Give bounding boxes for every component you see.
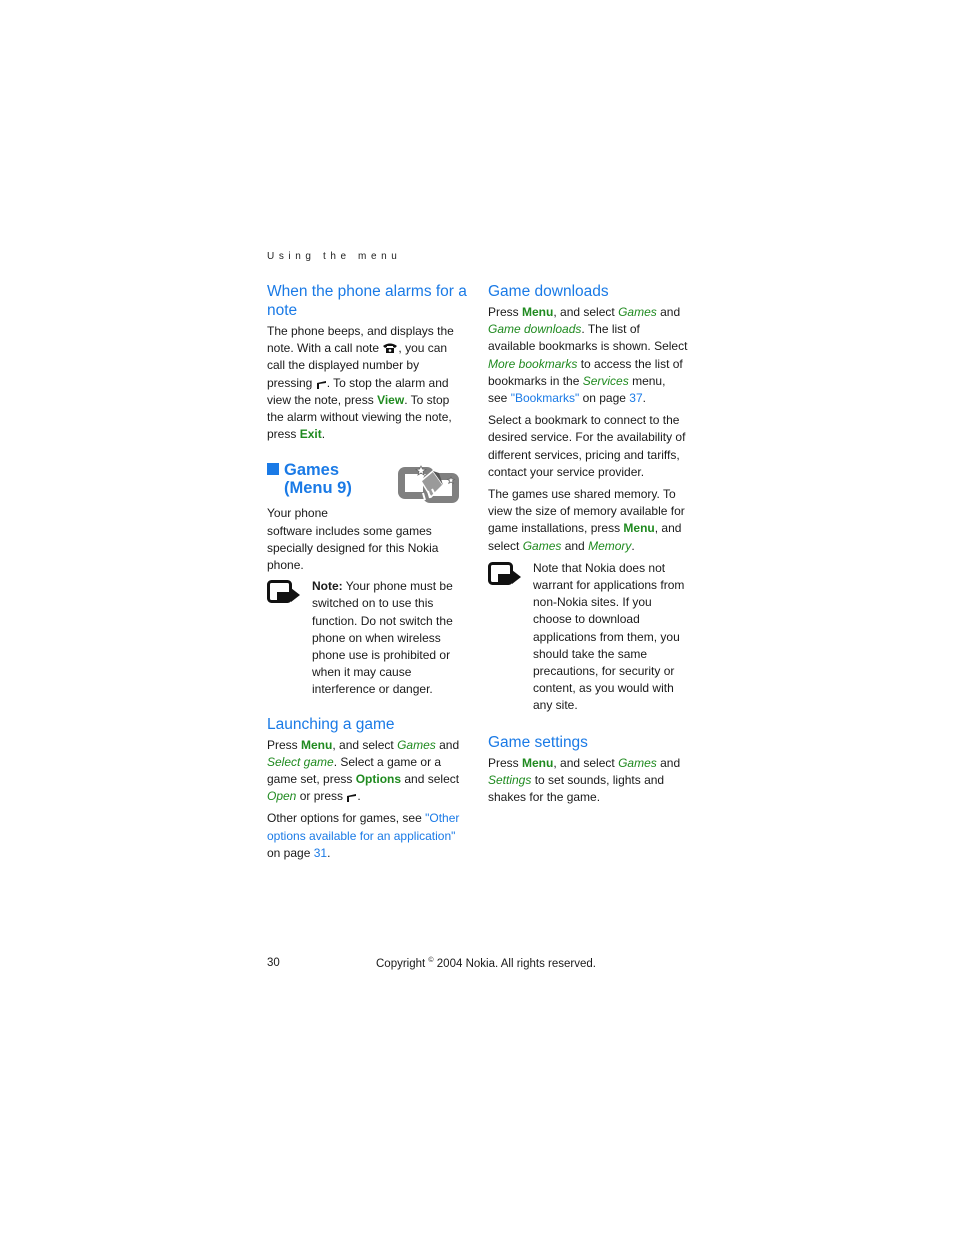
note-icon — [488, 561, 521, 585]
section-title: Launching a game — [267, 715, 395, 733]
paragraph: Other options for games, see "Other opti… — [267, 811, 460, 860]
note-text: Note that Nokia does not warrant for app… — [533, 560, 685, 713]
section-title: Game settings — [488, 733, 588, 751]
right-column: Game downloads Press Menu, and select Ga… — [488, 282, 688, 822]
menu-item-games: Games — [618, 755, 657, 770]
menu-item-games: Games — [522, 538, 562, 553]
games-intro-rest: software includes some games specially d… — [267, 523, 439, 573]
note-text: Note: Your phone must be switched on to … — [312, 579, 453, 697]
menu-item-game-downloads: Game downloads — [488, 322, 582, 337]
note-block: Note that Nokia does not warrant for app… — [488, 560, 688, 715]
menu-item-services: Services — [582, 373, 629, 388]
menu-item-memory: Memory — [588, 538, 632, 553]
menu-item-more-bookmarks: More bookmarks — [488, 356, 578, 371]
page-link[interactable]: 31 — [314, 846, 327, 860]
phone-icon — [383, 343, 398, 354]
call-key-icon — [347, 794, 357, 803]
softkey-options: Options — [355, 772, 402, 787]
section-alarm-note: When the phone alarms for a note The pho… — [267, 282, 467, 443]
running-head: Using the menu — [267, 251, 402, 262]
copyright-notice: Copyright © 2004 Nokia. All rights reser… — [376, 957, 596, 970]
paragraph: Press Menu, and select Games and Game do… — [488, 305, 688, 406]
menu-item-settings: Settings — [488, 772, 532, 787]
softkey-menu: Menu — [301, 737, 333, 752]
softkey-view: View — [377, 392, 405, 407]
softkey-menu: Menu — [522, 305, 554, 319]
games-heading: Games (Menu 9) — [267, 461, 467, 505]
paragraph: The phone beeps, and displays the note. … — [267, 324, 454, 442]
cross-reference-link[interactable]: "Bookmarks" — [511, 391, 580, 405]
menu-item-select-game: Select game — [267, 754, 334, 769]
section-game-settings: Game settings Press Menu, and select Gam… — [488, 733, 688, 807]
section-launching: Launching a game Press Menu, and select … — [267, 715, 467, 862]
note-block: Note: Your phone must be switched on to … — [267, 578, 467, 698]
page-link[interactable]: 37 — [629, 391, 642, 405]
section-title: When the phone alarms for a note — [267, 283, 467, 319]
games-menu-icon — [398, 465, 459, 504]
games-intro: Your phone — [267, 506, 328, 521]
chapter-title: Games (Menu 9) — [267, 461, 352, 497]
paragraph: Select a bookmark to connect to the desi… — [488, 413, 686, 479]
page-number: 30 — [267, 957, 280, 969]
note-icon — [267, 580, 300, 604]
section-game-downloads: Game downloads Press Menu, and select Ga… — [488, 282, 688, 715]
softkey-exit: Exit — [299, 427, 322, 442]
menu-item-open: Open — [267, 789, 297, 804]
menu-item-games: Games — [397, 737, 436, 752]
softkey-menu: Menu — [623, 521, 655, 536]
square-bullet-icon — [267, 463, 279, 476]
paragraph: Press Menu, and select Games and Setting… — [488, 755, 681, 805]
paragraph: Press Menu, and select Games and Select … — [267, 737, 460, 804]
paragraph: The games use shared memory. To view the… — [488, 487, 685, 553]
section-title: Game downloads — [488, 283, 609, 300]
left-column: When the phone alarms for a note The pho… — [267, 282, 467, 878]
menu-item-games: Games — [618, 305, 657, 319]
call-key-icon — [316, 380, 326, 389]
softkey-menu: Menu — [522, 755, 554, 770]
